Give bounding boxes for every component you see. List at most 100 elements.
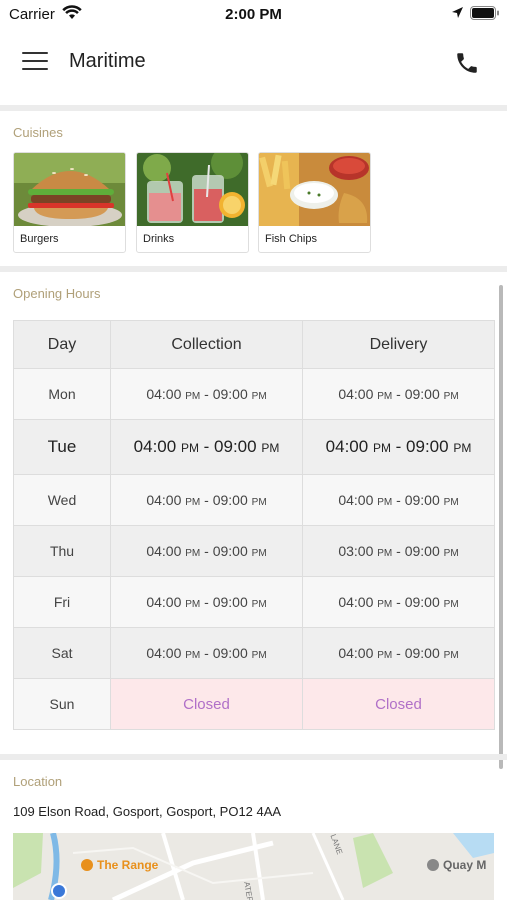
- time-from: 04:00: [338, 594, 374, 610]
- clock: 2:00 PM: [225, 6, 282, 23]
- poi-pin-icon: [427, 859, 439, 871]
- period: PM: [443, 650, 459, 661]
- location-map[interactable]: The Range Quay M ATER LANE LANE: [13, 833, 494, 900]
- time-from: 03:00: [338, 543, 374, 559]
- column-header-delivery: Delivery: [302, 320, 495, 369]
- table-row: Wed 04:00 PM - 09:00 PM 04:00 PM - 09:00…: [13, 474, 495, 526]
- period: PM: [185, 497, 201, 508]
- cuisine-card-drinks[interactable]: Drinks: [136, 152, 249, 253]
- period: PM: [377, 599, 393, 610]
- opening-hours-table: Day Collection Delivery Mon 04:00 PM - 0…: [13, 320, 495, 730]
- time-from: 04:00: [146, 492, 182, 508]
- day-cell: Sun: [13, 678, 111, 730]
- time-to: 09:00: [212, 386, 248, 402]
- time-to: 09:00: [404, 543, 440, 559]
- drinks-photo: [137, 153, 248, 226]
- cuisine-label: Drinks: [143, 233, 175, 245]
- delivery-hours-cell: 04:00 PM - 09:00 PM: [302, 368, 495, 420]
- collection-hours-cell: 04:00 PM - 09:00 PM: [110, 474, 303, 526]
- time-from: 04:00: [146, 645, 182, 661]
- cuisines-heading: Cuisines: [13, 125, 63, 140]
- time-to: 09:00: [212, 492, 248, 508]
- period: PM: [372, 441, 391, 455]
- column-header-collection: Collection: [110, 320, 303, 369]
- period: PM: [443, 497, 459, 508]
- time-from: 04:00: [146, 386, 182, 402]
- table-row-today: Tue 04:00 PM - 09:00 PM 04:00 PM - 09:00…: [13, 419, 495, 475]
- location-arrow-icon: [451, 6, 464, 24]
- time-from: 04:00: [325, 437, 369, 456]
- map-poi-label: The Range: [81, 858, 158, 872]
- day-cell: Sat: [13, 627, 111, 679]
- time-from: 04:00: [338, 386, 374, 402]
- delivery-hours-cell: 04:00 PM - 09:00 PM: [302, 627, 495, 679]
- poi-name: The Range: [97, 858, 159, 872]
- time-from: 04:00: [146, 543, 182, 559]
- period: PM: [443, 599, 459, 610]
- period: PM: [261, 441, 280, 455]
- battery-icon: [470, 6, 500, 25]
- day-cell: Tue: [13, 419, 111, 475]
- time-from: 04:00: [338, 492, 374, 508]
- time-to: 09:00: [404, 645, 440, 661]
- period: PM: [377, 548, 393, 559]
- collection-hours-cell: 04:00 PM - 09:00 PM: [110, 576, 303, 628]
- divider: [0, 266, 507, 272]
- period: PM: [185, 391, 201, 402]
- period: PM: [185, 650, 201, 661]
- time-to: 09:00: [214, 437, 257, 456]
- time-from: 04:00: [338, 645, 374, 661]
- day-cell: Thu: [13, 525, 111, 577]
- burger-photo: [14, 153, 125, 226]
- delivery-hours-cell: 04:00 PM - 09:00 PM: [302, 576, 495, 628]
- opening-hours-heading: Opening Hours: [13, 286, 101, 301]
- map-poi-label: Quay M: [427, 858, 486, 872]
- time-to: 09:00: [212, 645, 248, 661]
- page-title: Maritime: [69, 50, 146, 72]
- period: PM: [185, 548, 201, 559]
- cuisine-card-fish-chips[interactable]: Fish Chips: [258, 152, 371, 253]
- table-row: Thu 04:00 PM - 09:00 PM 03:00 PM - 09:00…: [13, 525, 495, 577]
- time-to: 09:00: [212, 594, 248, 610]
- status-bar: Carrier 2:00 PM: [0, 0, 507, 30]
- time-to: 09:00: [404, 492, 440, 508]
- period: PM: [453, 441, 472, 455]
- hamburger-menu-icon[interactable]: [22, 52, 48, 72]
- delivery-hours-cell: 04:00 PM - 09:00 PM: [302, 419, 495, 475]
- time-to: 09:00: [406, 437, 449, 456]
- top-app-bar: Maritime: [0, 30, 507, 105]
- period: PM: [251, 391, 267, 402]
- phone-icon[interactable]: [454, 50, 480, 81]
- delivery-closed-cell: Closed: [302, 678, 495, 730]
- period: PM: [377, 650, 393, 661]
- delivery-hours-cell: 03:00 PM - 09:00 PM: [302, 525, 495, 577]
- delivery-hours-cell: 04:00 PM - 09:00 PM: [302, 474, 495, 526]
- collection-hours-cell: 04:00 PM - 09:00 PM: [110, 368, 303, 420]
- divider: [0, 105, 507, 111]
- time-to: 09:00: [212, 543, 248, 559]
- restaurant-address: 109 Elson Road, Gosport, Gosport, PO12 4…: [13, 804, 282, 819]
- table-header-row: Day Collection Delivery: [13, 320, 495, 369]
- collection-hours-cell: 04:00 PM - 09:00 PM: [110, 419, 303, 475]
- column-header-day: Day: [13, 320, 111, 369]
- cuisine-card-burgers[interactable]: Burgers: [13, 152, 126, 253]
- period: PM: [251, 497, 267, 508]
- table-row: Fri 04:00 PM - 09:00 PM 04:00 PM - 09:00…: [13, 576, 495, 628]
- store-pin-icon: [81, 859, 93, 871]
- table-row: Sat 04:00 PM - 09:00 PM 04:00 PM - 09:00…: [13, 627, 495, 679]
- period: PM: [377, 497, 393, 508]
- period: PM: [443, 548, 459, 559]
- location-heading: Location: [13, 774, 63, 789]
- table-row-closed: Sun Closed Closed: [13, 678, 495, 730]
- poi-name: Quay M: [443, 858, 487, 872]
- time-from: 04:00: [133, 437, 177, 456]
- period: PM: [377, 391, 393, 402]
- divider: [0, 754, 507, 760]
- time-to: 09:00: [404, 386, 440, 402]
- collection-hours-cell: 04:00 PM - 09:00 PM: [110, 627, 303, 679]
- cuisine-label: Burgers: [20, 233, 59, 245]
- period: PM: [251, 548, 267, 559]
- period: PM: [443, 391, 459, 402]
- scrollbar[interactable]: [499, 285, 503, 769]
- day-cell: Fri: [13, 576, 111, 628]
